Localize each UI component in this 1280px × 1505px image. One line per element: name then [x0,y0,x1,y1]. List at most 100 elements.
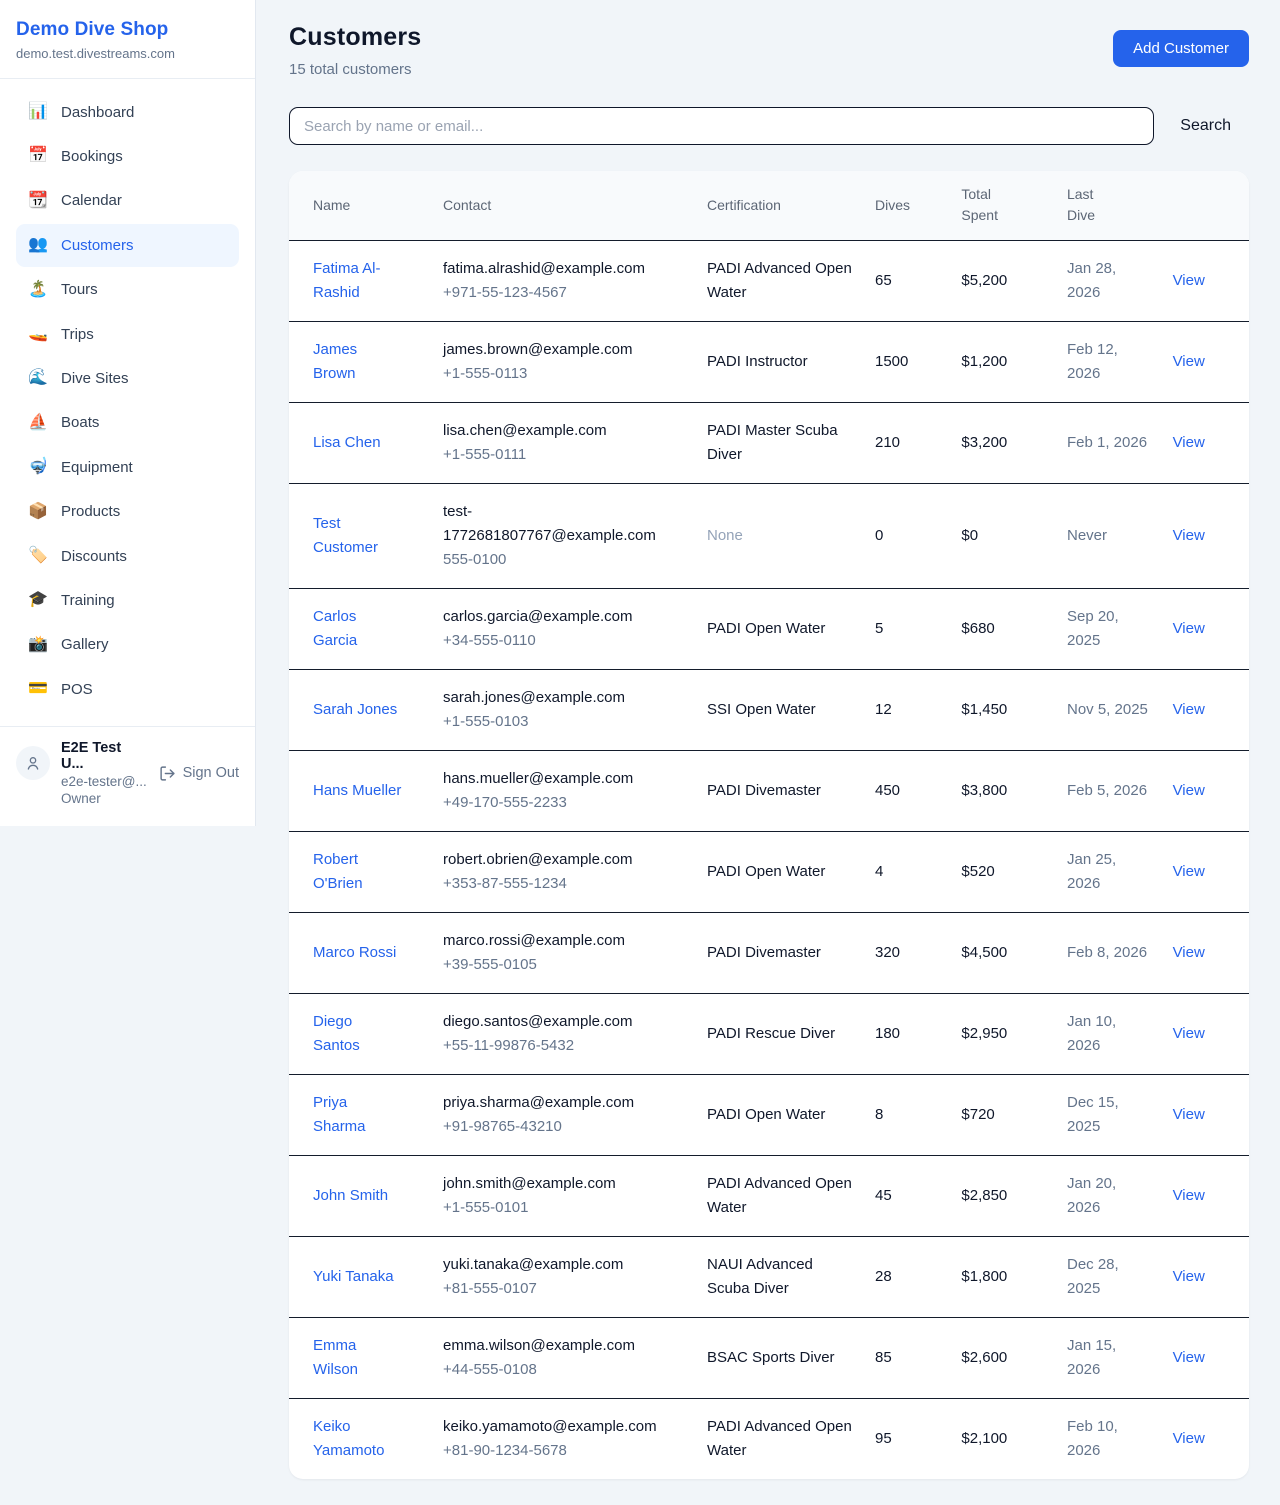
sidebar-item-label: Products [61,501,120,522]
view-customer-link[interactable]: View [1173,1430,1205,1447]
customer-name-link[interactable]: Lisa Chen [313,434,381,451]
sign-out-button[interactable]: Sign Out [159,765,239,782]
sidebar-item-dashboard[interactable]: 📊 Dashboard [16,91,239,133]
customer-name-link[interactable]: Diego Santos [313,1013,360,1054]
customer-name-link[interactable]: Sarah Jones [313,701,397,718]
customer-certification: SSI Open Water [697,670,865,751]
sidebar-item-discounts[interactable]: 🏷️ Discounts [16,535,239,577]
shop-name[interactable]: Demo Dive Shop [16,19,239,41]
customer-name-link[interactable]: Keiko Yamamoto [313,1418,384,1459]
customer-certification: PADI Rescue Diver [697,994,865,1075]
customer-email: robert.obrien@example.com [443,848,661,872]
table-row: Hans Mueller hans.mueller@example.com +4… [289,751,1249,832]
sign-out-icon [159,765,176,782]
customer-phone: +353-87-555-1234 [443,872,687,896]
sidebar-item-label: Tours [61,279,98,300]
customer-certification: PADI Open Water [697,1075,865,1156]
sidebar-item-label: Equipment [61,457,133,478]
customer-dives: 1500 [865,322,951,403]
table-row: James Brown james.brown@example.com +1-5… [289,322,1249,403]
view-customer-link[interactable]: View [1173,944,1205,961]
search-row: Search [289,107,1249,145]
sidebar-item-label: Discounts [61,546,127,567]
sidebar-item-gallery[interactable]: 📸 Gallery [16,624,239,666]
view-customer-link[interactable]: View [1173,782,1205,799]
view-customer-link[interactable]: View [1173,272,1205,289]
sidebar-item-boats[interactable]: ⛵ Boats [16,402,239,444]
customer-last-dive: Feb 8, 2026 [1057,913,1163,994]
sidebar-item-trips[interactable]: 🚤 Trips [16,313,239,355]
customer-name-link[interactable]: Carlos Garcia [313,608,357,649]
customer-dives: 85 [865,1318,951,1399]
sidebar-item-pos[interactable]: 💳 POS [16,668,239,710]
sidebar-item-training[interactable]: 🎓 Training [16,579,239,621]
col-actions [1163,171,1249,241]
customer-phone: +39-555-0105 [443,953,687,977]
view-customer-link[interactable]: View [1173,353,1205,370]
table-row: Fatima Al-Rashid fatima.alrashid@example… [289,241,1249,322]
add-customer-button[interactable]: Add Customer [1113,30,1249,67]
view-customer-link[interactable]: View [1173,1106,1205,1123]
avatar [16,746,50,780]
sidebar-item-calendar[interactable]: 📆 Calendar [16,180,239,222]
view-customer-link[interactable]: View [1173,1349,1205,1366]
customer-email: carlos.garcia@example.com [443,605,661,629]
main-content: Customers 15 total customers Add Custome… [256,0,1280,1505]
sidebar-item-label: Dashboard [61,102,134,123]
customer-email: emma.wilson@example.com [443,1334,661,1358]
customer-certification: NAUI Advanced Scuba Diver [697,1237,865,1318]
table-row: Marco Rossi marco.rossi@example.com +39-… [289,913,1249,994]
sidebar-header: Demo Dive Shop demo.test.divestreams.com [0,0,255,79]
view-customer-link[interactable]: View [1173,434,1205,451]
dive-sites-icon: 🌊 [28,367,48,389]
customer-name-link[interactable]: Yuki Tanaka [313,1268,394,1285]
customer-last-dive: Feb 5, 2026 [1057,751,1163,832]
customer-certification: PADI Advanced Open Water [697,1156,865,1237]
customer-last-dive: Jan 10, 2026 [1057,994,1163,1075]
customer-name-link[interactable]: Test Customer [313,515,378,556]
customers-table: NameContactCertificationDivesTotal Spent… [289,171,1249,1479]
sidebar-item-products[interactable]: 📦 Products [16,491,239,533]
customer-last-dive: Feb 12, 2026 [1057,322,1163,403]
customer-last-dive: Sep 20, 2025 [1057,589,1163,670]
search-button[interactable]: Search [1180,117,1231,135]
customer-email: marco.rossi@example.com [443,929,661,953]
customer-name-link[interactable]: Hans Mueller [313,782,401,799]
sidebar-item-dive-sites[interactable]: 🌊 Dive Sites [16,357,239,399]
view-customer-link[interactable]: View [1173,1187,1205,1204]
table-row: Yuki Tanaka yuki.tanaka@example.com +81-… [289,1237,1249,1318]
customer-name-link[interactable]: Robert O'Brien [313,851,363,892]
customer-total-spent: $1,200 [951,322,1057,403]
customer-total-spent: $1,800 [951,1237,1057,1318]
customer-certification: PADI Advanced Open Water [697,241,865,322]
customer-name-link[interactable]: John Smith [313,1187,388,1204]
customer-last-dive: Feb 10, 2026 [1057,1399,1163,1480]
customer-name-link[interactable]: Marco Rossi [313,944,396,961]
view-customer-link[interactable]: View [1173,1268,1205,1285]
sidebar-item-customers[interactable]: 👥 Customers [16,224,239,266]
customer-email: lisa.chen@example.com [443,419,661,443]
sidebar-item-tours[interactable]: 🏝️ Tours [16,269,239,311]
customer-name-link[interactable]: Priya Sharma [313,1094,366,1135]
user-info: E2E Test U... e2e-tester@... Owner [61,740,148,806]
customer-dives: 320 [865,913,951,994]
customer-name-link[interactable]: Fatima Al-Rashid [313,260,381,301]
view-customer-link[interactable]: View [1173,701,1205,718]
view-customer-link[interactable]: View [1173,1025,1205,1042]
sidebar-item-equipment[interactable]: 🤿 Equipment [16,446,239,488]
page-title: Customers [289,23,421,52]
customer-certification: PADI Master Scuba Diver [697,403,865,484]
view-customer-link[interactable]: View [1173,620,1205,637]
calendar-icon: 📆 [28,190,48,212]
products-icon: 📦 [28,501,48,523]
view-customer-link[interactable]: View [1173,527,1205,544]
customer-last-dive: Dec 15, 2025 [1057,1075,1163,1156]
customer-name-link[interactable]: James Brown [313,341,357,382]
search-input[interactable] [289,107,1154,145]
view-customer-link[interactable]: View [1173,863,1205,880]
customer-phone: +81-555-0107 [443,1277,687,1301]
sidebar-item-bookings[interactable]: 📅 Bookings [16,135,239,177]
customer-last-dive: Jan 20, 2026 [1057,1156,1163,1237]
customer-name-link[interactable]: Emma Wilson [313,1337,358,1378]
customer-email: yuki.tanaka@example.com [443,1253,661,1277]
